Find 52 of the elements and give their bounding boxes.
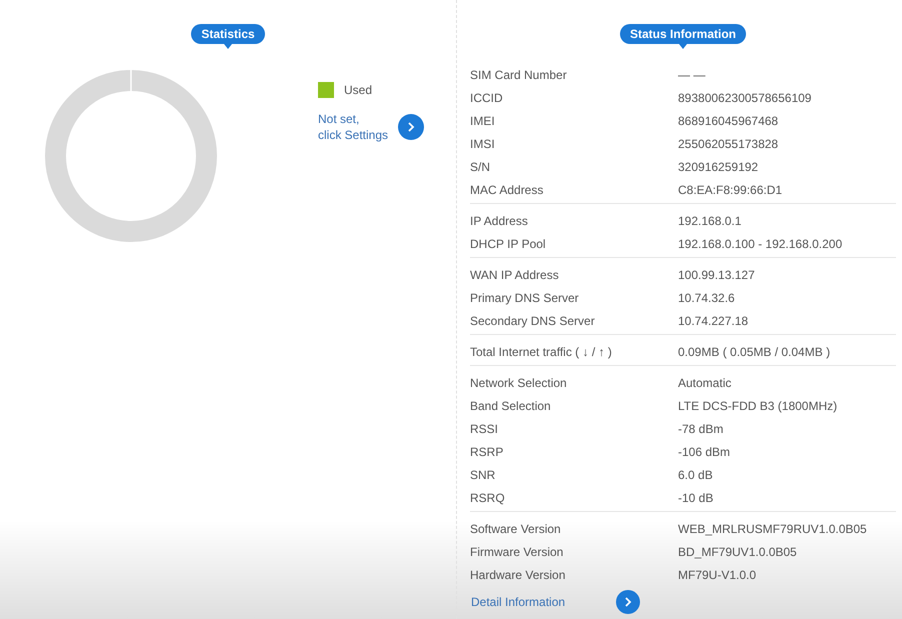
- field-value: 10.74.32.6: [678, 290, 735, 306]
- field-value: BD_MF79UV1.0.0B05: [678, 544, 797, 560]
- chevron-right-icon: [623, 596, 633, 608]
- field-label: RSRP: [470, 444, 504, 460]
- field-value: 192.168.0.1: [678, 212, 742, 230]
- field-label: Total Internet traffic ( ↓ / ↑ ): [470, 344, 613, 360]
- status-information-badge: Status Information: [620, 24, 746, 44]
- settings-notice: Not set, click Settings: [318, 111, 388, 143]
- field-label: Primary DNS Server: [470, 290, 580, 306]
- field-label: RSRQ: [470, 490, 506, 506]
- field-value: 10.74.227.18: [678, 312, 748, 330]
- field-label: IMSI: [470, 136, 496, 152]
- field-label: ICCID: [470, 90, 504, 106]
- field-value: C8:EA:F8:99:66:D1: [678, 182, 782, 198]
- field-value: 100.99.13.127: [678, 266, 755, 284]
- legend-label: Used: [344, 82, 372, 99]
- field-value: 255062055173828: [678, 136, 778, 152]
- detail-button[interactable]: [616, 590, 640, 614]
- field-label: SNR: [470, 466, 496, 484]
- field-value: -10 dB: [678, 490, 714, 506]
- field-value: — —: [678, 66, 706, 84]
- field-label: S/N: [470, 158, 492, 176]
- detail-information-link[interactable]: Detail Information: [471, 593, 616, 611]
- field-value: 868916045967468: [678, 112, 778, 130]
- field-value: 192.168.0.100 - 192.168.0.200: [678, 236, 842, 252]
- field-value: 320916259192: [678, 158, 758, 176]
- field-value: LTE DCS-FDD B3 (1800MHz): [678, 398, 838, 414]
- field-value: 6.0 dB: [678, 466, 713, 484]
- legend-swatch: [318, 82, 334, 98]
- field-label: Network Selection: [470, 374, 568, 392]
- field-value: 89380062300578656109: [678, 90, 812, 106]
- field-label: Firmware Version: [470, 544, 564, 560]
- field-label: IP Address: [470, 212, 529, 230]
- chevron-right-icon: [406, 121, 416, 133]
- field-label: Software Version: [470, 520, 562, 538]
- statistics-badge: Statistics: [191, 24, 265, 44]
- settings-button[interactable]: [398, 114, 424, 140]
- field-label: WAN IP Address: [470, 266, 560, 284]
- field-label: Band Selection: [470, 398, 552, 414]
- field-value: 0.09MB ( 0.05MB / 0.04MB ): [678, 344, 830, 360]
- field-label: Hardware Version: [470, 566, 566, 584]
- field-label: Secondary DNS Server: [470, 312, 596, 330]
- field-value: WEB_MRLRUSMF79RUV1.0.0B05: [678, 520, 867, 538]
- field-label: MAC Address: [470, 182, 544, 198]
- field-value: Automatic: [678, 374, 732, 392]
- field-label: DHCP IP Pool: [470, 236, 547, 252]
- field-label: IMEI: [470, 112, 496, 130]
- field-label: RSSI: [470, 420, 500, 438]
- field-value: MF79U-V1.0.0: [678, 566, 756, 584]
- field-value: -106 dBm: [678, 444, 730, 460]
- field-label: SIM Card Number: [470, 66, 568, 84]
- field-value: -78 dBm: [678, 420, 724, 438]
